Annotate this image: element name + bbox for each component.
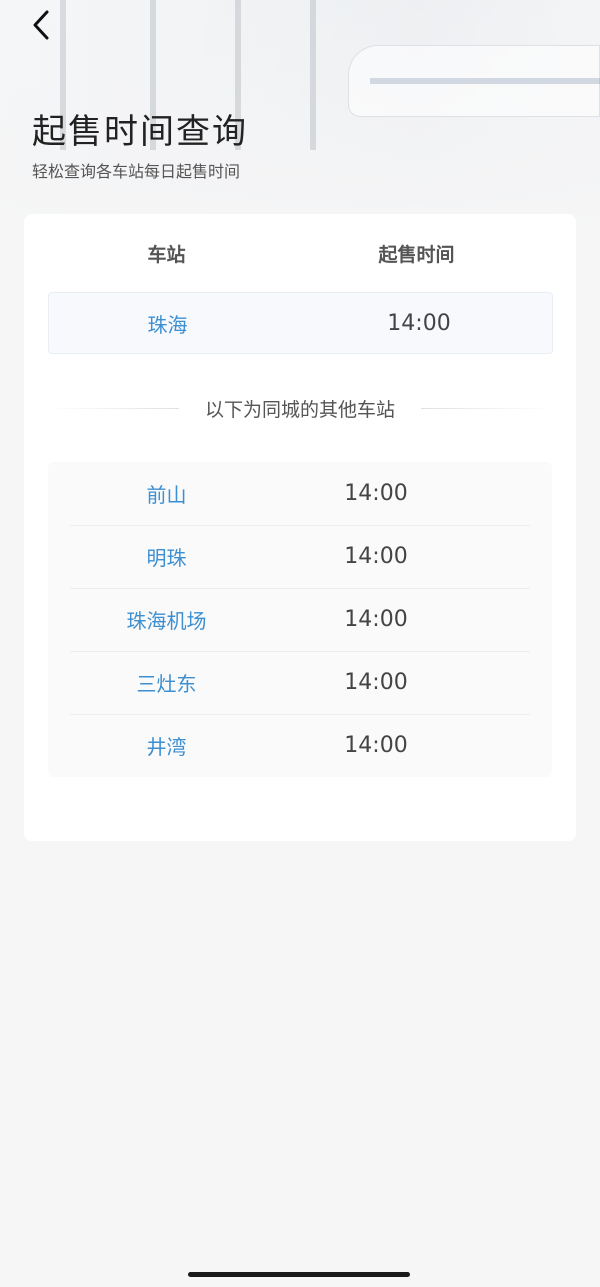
table-header: 车站 起售时间 (24, 214, 576, 292)
main-station-row[interactable]: 珠海 14:00 (48, 292, 553, 354)
sale-time-value: 14:00 (344, 670, 408, 695)
station-name[interactable]: 珠海 (148, 313, 188, 337)
train-stripe (370, 78, 600, 84)
list-item[interactable]: 珠海机场 14:00 (70, 588, 530, 652)
station-name[interactable]: 前山 (147, 483, 187, 507)
divider-line (421, 407, 553, 409)
sale-time-value: 14:00 (344, 544, 408, 569)
same-city-divider: 以下为同城的其他车站 (48, 390, 553, 426)
list-item[interactable]: 三灶东 14:00 (70, 651, 530, 715)
back-button[interactable] (26, 8, 56, 42)
list-item[interactable]: 井湾 14:00 (70, 714, 530, 777)
sale-time-value: 14:00 (344, 733, 408, 758)
column-header-station: 车站 (147, 243, 186, 266)
station-beam (310, 0, 316, 150)
station-name[interactable]: 珠海机场 (127, 609, 207, 633)
station-name[interactable]: 明珠 (147, 546, 187, 570)
column-header-sale-time: 起售时间 (378, 243, 455, 266)
list-item[interactable]: 明珠 14:00 (70, 525, 530, 589)
sale-time-card: 车站 起售时间 珠海 14:00 以下为同城的其他车站 前山 14:00 明珠 (24, 214, 576, 841)
sale-time-value: 14:00 (344, 607, 408, 632)
sale-time-value: 14:00 (344, 481, 408, 506)
page-subtitle: 轻松查询各车站每日起售时间 (32, 162, 241, 181)
time-cell: 14:00 (222, 733, 530, 758)
station-name[interactable]: 井湾 (147, 735, 187, 759)
time-cell: 14:00 (222, 544, 530, 569)
time-cell: 14:00 (222, 607, 530, 632)
divider-line (48, 407, 179, 409)
divider-text: 以下为同城的其他车站 (205, 398, 396, 421)
list-item[interactable]: 前山 14:00 (70, 462, 530, 526)
time-cell: 14:00 (222, 670, 530, 695)
other-stations-list: 前山 14:00 明珠 14:00 珠海机场 14:00 三灶东 14:00 井… (48, 462, 552, 777)
chevron-left-icon (33, 10, 49, 40)
station-name[interactable]: 三灶东 (137, 672, 197, 696)
sale-time-value: 14:00 (387, 310, 451, 336)
page-title: 起售时间查询 (32, 112, 248, 152)
station-cell: 珠海 (49, 309, 286, 338)
home-indicator[interactable] (188, 1272, 410, 1277)
time-cell: 14:00 (286, 311, 552, 336)
time-cell: 14:00 (222, 481, 530, 506)
